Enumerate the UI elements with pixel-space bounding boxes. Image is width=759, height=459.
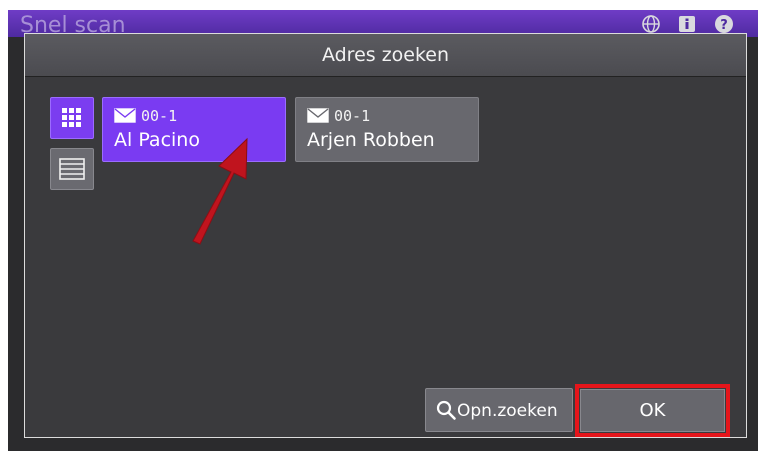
- help-icon[interactable]: ?: [714, 14, 734, 34]
- dialog-title: Adres zoeken: [321, 44, 450, 66]
- svg-text:?: ?: [720, 18, 728, 33]
- entry-name: Arjen Robben: [307, 129, 435, 151]
- list-view-icon: [59, 158, 85, 180]
- device-screen: Snel scan ? Adres zoeken 00-1 Al Pacino …: [8, 10, 758, 451]
- address-search-dialog: Adres zoeken 00-1 Al Pacino 00-1 Arjen R…: [24, 33, 747, 438]
- entry-code: 00-1: [334, 107, 371, 125]
- dialog-header: Adres zoeken: [25, 34, 746, 77]
- ok-button[interactable]: OK: [575, 384, 730, 437]
- search-button-label: Opn.zoeken: [457, 401, 558, 421]
- entry-code: 00-1: [141, 107, 178, 125]
- ok-button-label: OK: [639, 400, 666, 421]
- search-icon: [436, 400, 456, 420]
- search-button[interactable]: Opn.zoeken: [425, 388, 573, 432]
- globe-icon[interactable]: [641, 14, 661, 34]
- mail-icon: [114, 108, 136, 123]
- grid-view-button[interactable]: [50, 97, 94, 139]
- mail-icon: [307, 108, 329, 123]
- address-entry-al-pacino[interactable]: 00-1 Al Pacino: [102, 97, 286, 162]
- info-icon[interactable]: [677, 14, 697, 34]
- grid-view-icon: [62, 108, 81, 127]
- address-entry-arjen-robben[interactable]: 00-1 Arjen Robben: [295, 97, 479, 162]
- list-view-button[interactable]: [50, 148, 94, 190]
- entry-name: Al Pacino: [114, 129, 200, 151]
